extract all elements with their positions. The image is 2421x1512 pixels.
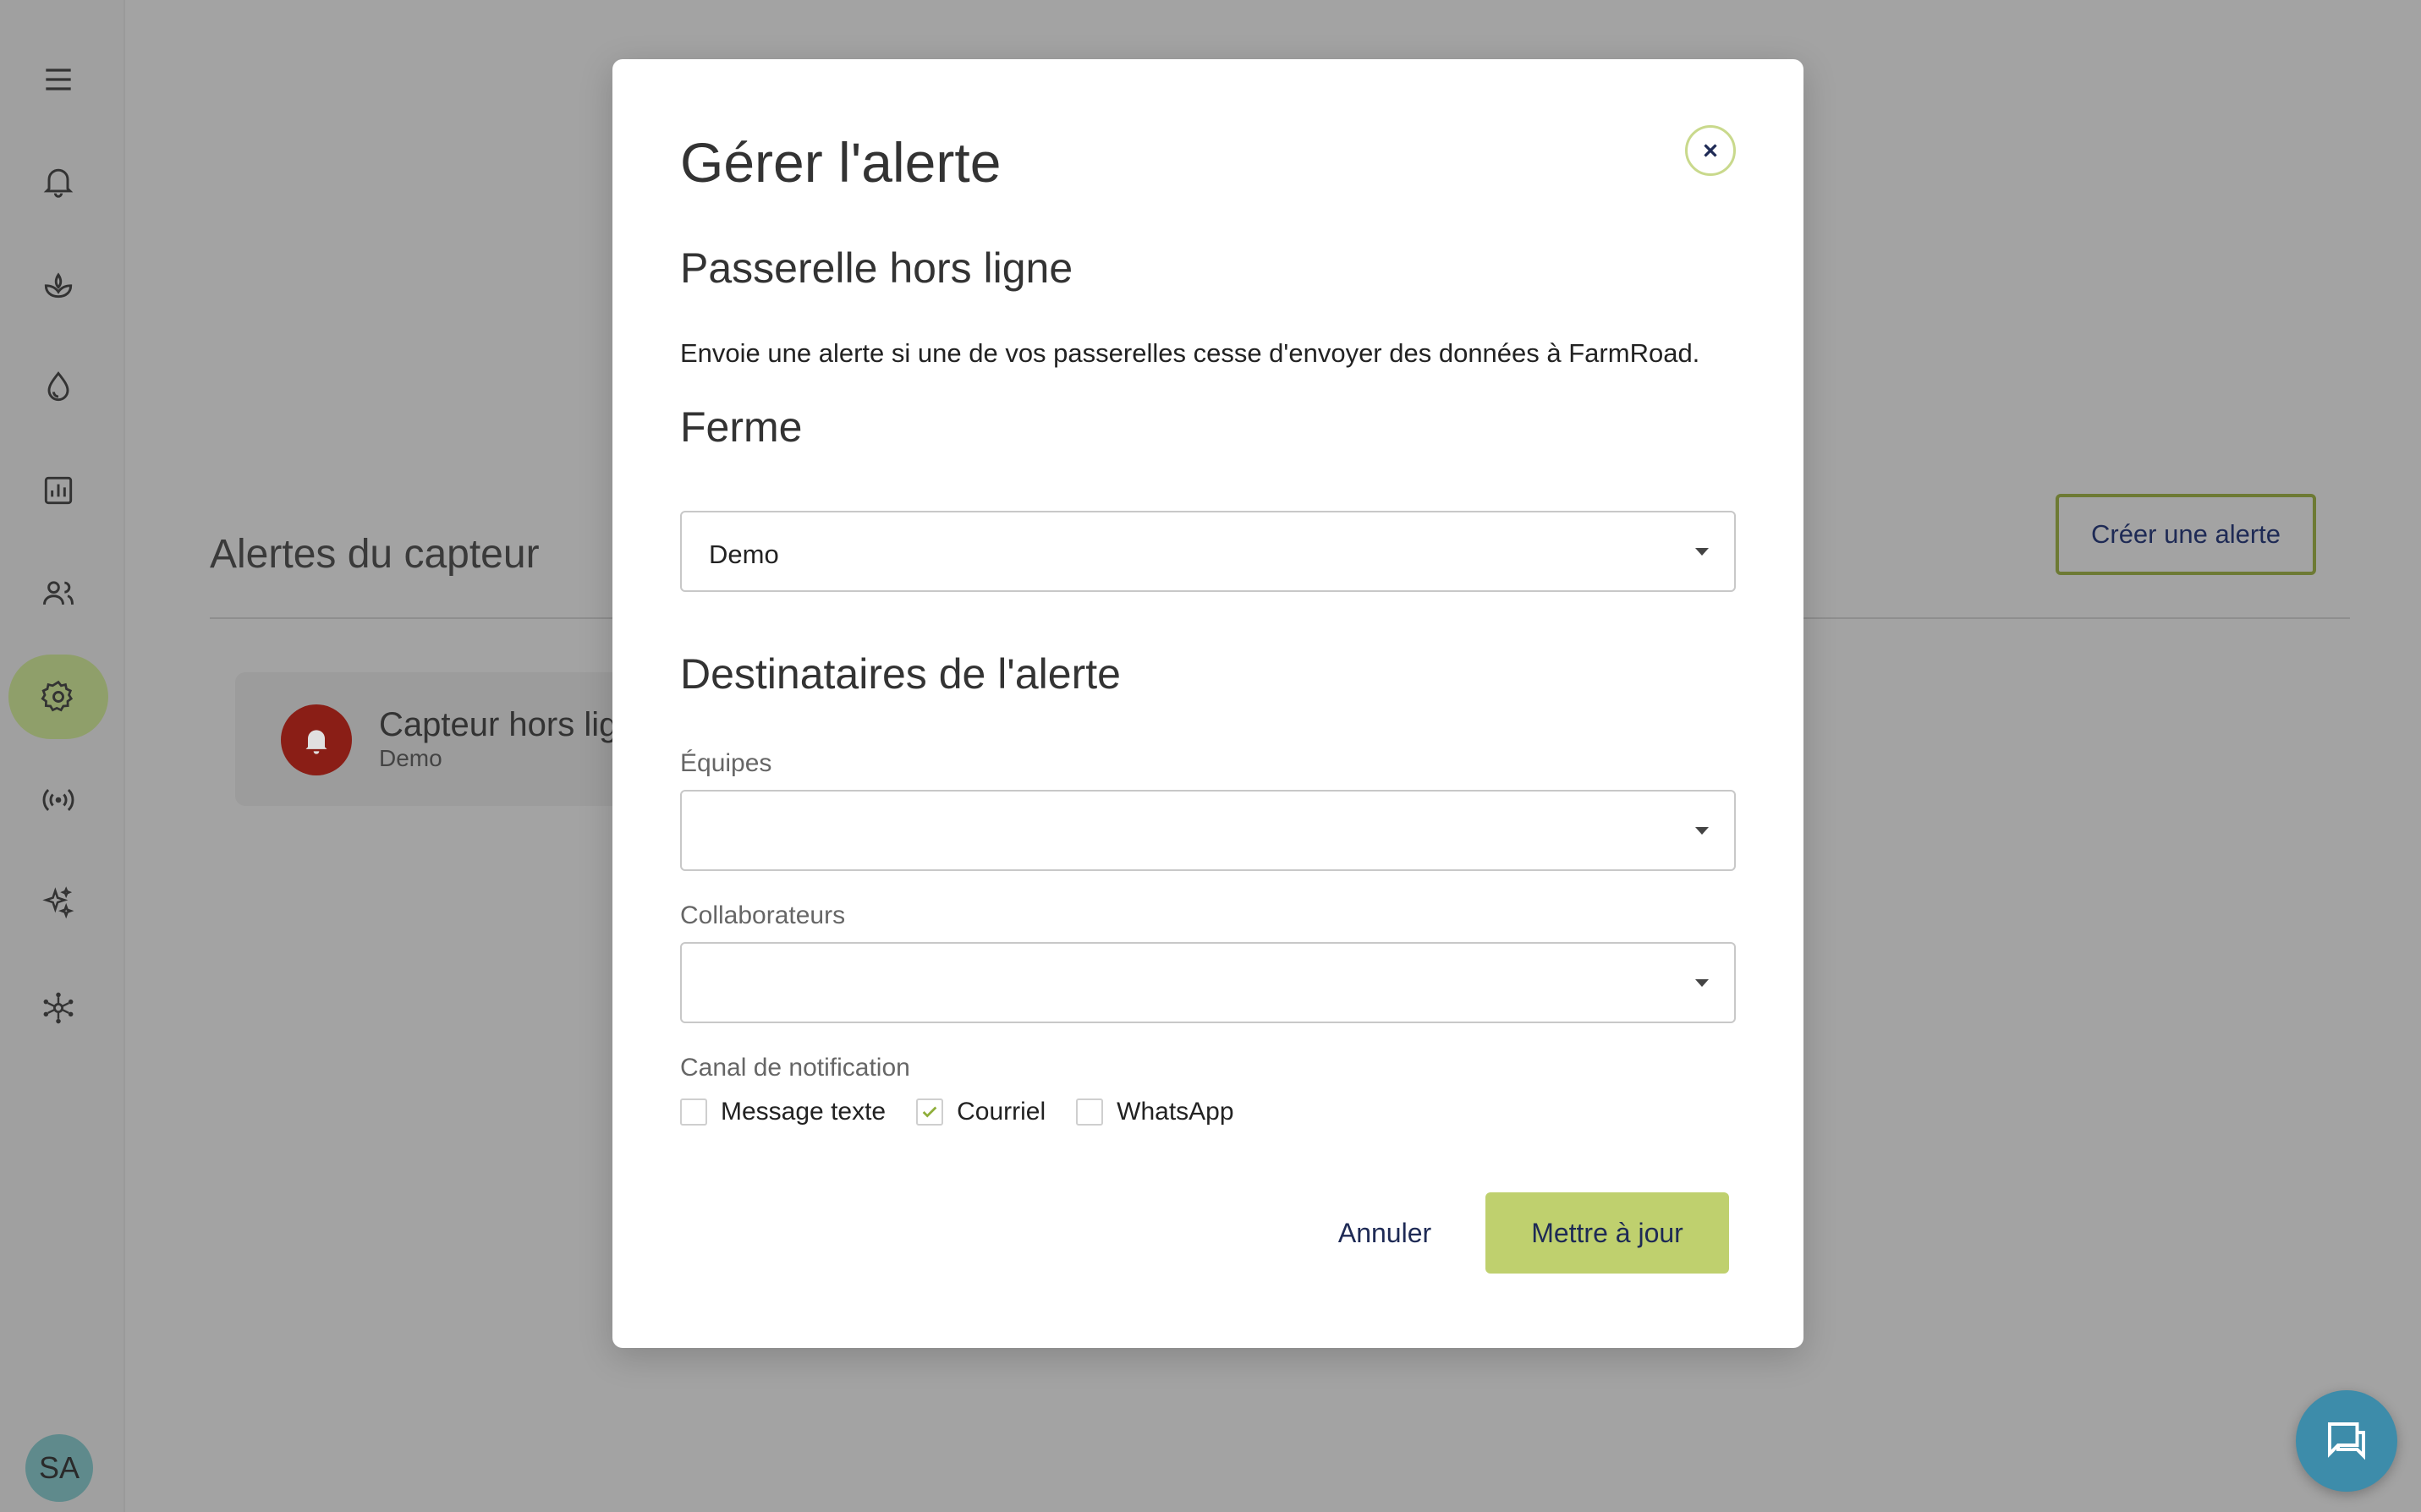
farm-heading: Ferme xyxy=(680,403,803,451)
menu-icon xyxy=(46,68,71,90)
avatar[interactable]: SA xyxy=(25,1434,93,1502)
chevron-down-icon xyxy=(1695,979,1709,987)
menu-button[interactable] xyxy=(8,37,108,122)
update-button[interactable]: Mettre à jour xyxy=(1485,1192,1729,1274)
sidebar-item-settings[interactable] xyxy=(8,655,108,739)
checkmark-icon xyxy=(922,1106,937,1118)
sidebar-item-sensors[interactable] xyxy=(8,758,108,842)
sidebar-item-irrigation[interactable] xyxy=(8,345,108,430)
sidebar-item-crops[interactable] xyxy=(8,242,108,326)
water-drop-icon xyxy=(47,371,69,402)
chat-button[interactable] xyxy=(2296,1390,2397,1492)
sparkles-icon xyxy=(42,886,74,919)
gear-icon xyxy=(41,680,74,712)
page-title: Alertes du capteur xyxy=(210,532,540,577)
channel-whatsapp[interactable]: WhatsApp xyxy=(1076,1098,1234,1126)
manage-alert-dialog: Gérer l'alerte Passerelle hors ligne Env… xyxy=(612,59,1803,1348)
sidebar-item-integrations[interactable] xyxy=(8,966,108,1050)
bell-icon xyxy=(305,730,327,754)
teams-label: Équipes xyxy=(680,749,772,777)
bar-chart-icon xyxy=(44,476,73,505)
collaborators-select[interactable] xyxy=(680,942,1736,1023)
sidebar-item-alerts[interactable] xyxy=(8,139,108,223)
whatsapp-checkbox[interactable] xyxy=(1076,1098,1104,1126)
bell-icon xyxy=(43,168,74,198)
sms-checkbox[interactable] xyxy=(680,1098,707,1126)
collaborators-label: Collaborateurs xyxy=(680,901,846,929)
notification-channels: Message texte Courriel WhatsApp xyxy=(680,1098,1265,1126)
chevron-down-icon xyxy=(1695,827,1709,835)
channel-label: Canal de notification xyxy=(680,1054,910,1082)
sprout-icon xyxy=(44,272,73,299)
alert-bell-badge xyxy=(281,704,352,775)
create-alert-button[interactable]: Créer une alerte xyxy=(2056,494,2316,575)
alert-card[interactable]: Capteur hors ligne Demo xyxy=(235,672,656,806)
people-icon xyxy=(43,581,74,605)
network-icon xyxy=(43,992,74,1024)
email-checkbox[interactable] xyxy=(916,1098,944,1126)
channel-sms[interactable]: Message texte xyxy=(680,1098,886,1126)
sidebar-item-reports[interactable] xyxy=(8,448,108,533)
channel-email[interactable]: Courriel xyxy=(916,1098,1046,1126)
sms-label: Message texte xyxy=(721,1098,887,1126)
alert-card-subtitle: Demo xyxy=(379,745,442,771)
dialog-title: Gérer l'alerte xyxy=(680,131,1002,194)
sidebar-item-insights[interactable] xyxy=(8,861,108,945)
whatsapp-label: WhatsApp xyxy=(1117,1098,1234,1126)
close-button[interactable] xyxy=(1685,125,1736,176)
alert-type-heading: Passerelle hors ligne xyxy=(680,244,1073,292)
broadcast-icon xyxy=(42,789,74,811)
sidebar: SA xyxy=(0,0,125,1512)
alert-description: Envoie une alerte si une de vos passerel… xyxy=(680,338,1700,368)
cancel-button[interactable]: Annuler xyxy=(1313,1192,1457,1274)
close-icon xyxy=(1704,144,1717,157)
sidebar-item-team[interactable] xyxy=(8,551,108,636)
chevron-down-icon xyxy=(1695,548,1709,556)
email-label: Courriel xyxy=(957,1098,1046,1126)
chat-icon xyxy=(2328,1422,2365,1460)
farm-select[interactable]: Demo xyxy=(680,511,1736,592)
recipients-heading: Destinataires de l'alerte xyxy=(680,650,1121,698)
farm-select-value: Demo xyxy=(709,540,779,569)
teams-select[interactable] xyxy=(680,790,1736,871)
